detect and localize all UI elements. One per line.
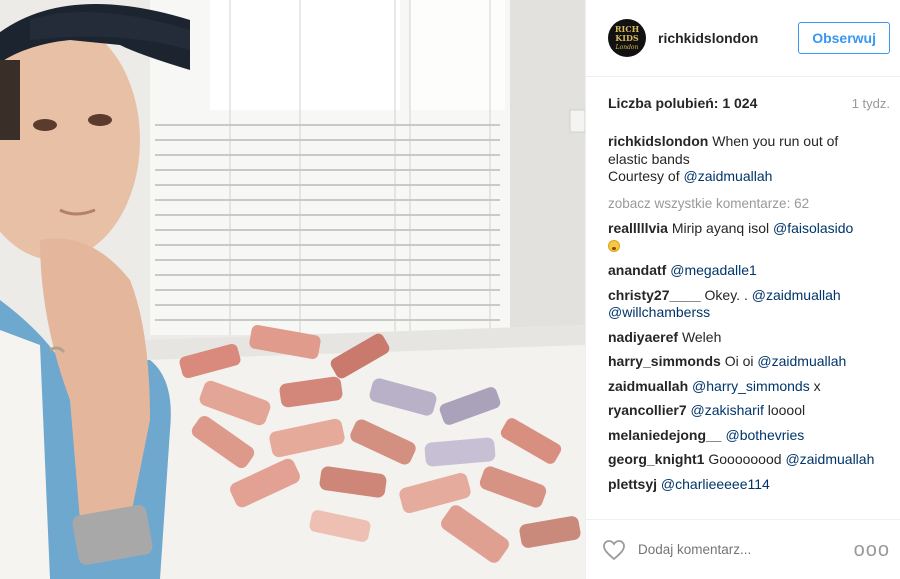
comments-list: richkidslondon When you run out of elast…: [586, 129, 900, 519]
comment-item: anandatf @megadalle1: [608, 262, 880, 280]
comment-mention[interactable]: @zaidmuallah: [757, 353, 846, 369]
avatar-text-line3: London: [615, 43, 639, 51]
more-options-icon[interactable]: ooo: [854, 540, 890, 560]
comment-mention[interactable]: @bothevries: [725, 427, 804, 443]
comment-mention[interactable]: @zaidmuallah: [785, 451, 874, 467]
caption-username[interactable]: richkidslondon: [608, 133, 708, 149]
comment-item: realllllvia Mirip ayanq isol @faisolasid…: [608, 220, 880, 255]
comment-username[interactable]: zaidmuallah: [608, 378, 688, 394]
instagram-post: RICH KIDS London richkidslondon Obserwuj…: [0, 0, 900, 579]
caption: richkidslondon When you run out of elast…: [608, 133, 880, 186]
caption-mention[interactable]: @zaidmuallah: [683, 168, 772, 184]
comment-username[interactable]: melaniedejong__: [608, 427, 722, 443]
comment-mention[interactable]: @megadalle1: [670, 262, 757, 278]
post-header: RICH KIDS London richkidslondon Obserwuj: [586, 0, 900, 77]
comment-item: ryancollier7 @zakisharif looool: [608, 402, 880, 420]
post-side-panel: RICH KIDS London richkidslondon Obserwuj…: [585, 0, 900, 579]
follow-button[interactable]: Obserwuj: [798, 22, 890, 54]
comment-text: Mirip ayanq isol: [671, 220, 770, 236]
comment-item: plettsyj @charlieeeee114: [608, 476, 880, 494]
post-meta: Liczba polubień: 1 024 1 tydz.: [586, 77, 900, 129]
comment-text: Goooooood: [708, 451, 782, 467]
post-time[interactable]: 1 tydz.: [852, 96, 890, 111]
comment-username[interactable]: ryancollier7: [608, 402, 687, 418]
comment-text: Weleh: [681, 328, 722, 345]
view-all-comments-link[interactable]: zobacz wszystkie komentarze: 62: [608, 195, 880, 213]
anguished-face-icon: [608, 239, 620, 252]
post-username-link[interactable]: richkidslondon: [658, 30, 798, 46]
photo-illustration: [0, 0, 585, 579]
comment-mention[interactable]: @charlieeeee114: [661, 476, 770, 492]
comment-mention[interactable]: @zakisharif: [691, 402, 764, 418]
comment-username[interactable]: christy27____: [608, 287, 701, 303]
comment-username[interactable]: anandatf: [608, 262, 666, 278]
post-actions: ooo: [586, 519, 900, 579]
add-comment-input[interactable]: [638, 542, 854, 557]
comment-item: zaidmuallah @harry_simmonds x: [608, 378, 880, 396]
avatar-text-line2: KIDS: [615, 32, 639, 43]
comment-username[interactable]: realllllvia: [608, 220, 668, 236]
likes-count[interactable]: Liczba polubień: 1 024: [608, 95, 757, 111]
avatar[interactable]: RICH KIDS London: [608, 19, 646, 57]
comment-username[interactable]: nadiyaeref: [608, 329, 678, 345]
comment-username[interactable]: harry_simmonds: [608, 353, 721, 369]
comment-text: Okey. .: [704, 286, 748, 303]
comment-item: harry_simmonds Oi oi @zaidmuallah: [608, 353, 880, 371]
comment-mention[interactable]: @harry_simmonds: [692, 378, 810, 394]
heart-outline-icon[interactable]: [602, 539, 626, 561]
comment-item: melaniedejong__ @bothevries: [608, 427, 880, 445]
comment-text: looool: [767, 402, 806, 418]
comment-text: x: [813, 377, 821, 394]
caption-text-line2: Courtesy of: [608, 168, 680, 184]
comment-text: Oi oi: [724, 353, 754, 369]
post-photo[interactable]: [0, 0, 585, 579]
comment-item: christy27____ Okey. . @zaidmuallah @will…: [608, 287, 880, 322]
comment-mention[interactable]: @faisolasido: [773, 220, 853, 236]
comment-item: georg_knight1 Goooooood @zaidmuallah: [608, 451, 880, 469]
comment-item: nadiyaeref Weleh: [608, 329, 880, 347]
comment-username[interactable]: georg_knight1: [608, 451, 704, 467]
comment-username[interactable]: plettsyj: [608, 476, 657, 492]
